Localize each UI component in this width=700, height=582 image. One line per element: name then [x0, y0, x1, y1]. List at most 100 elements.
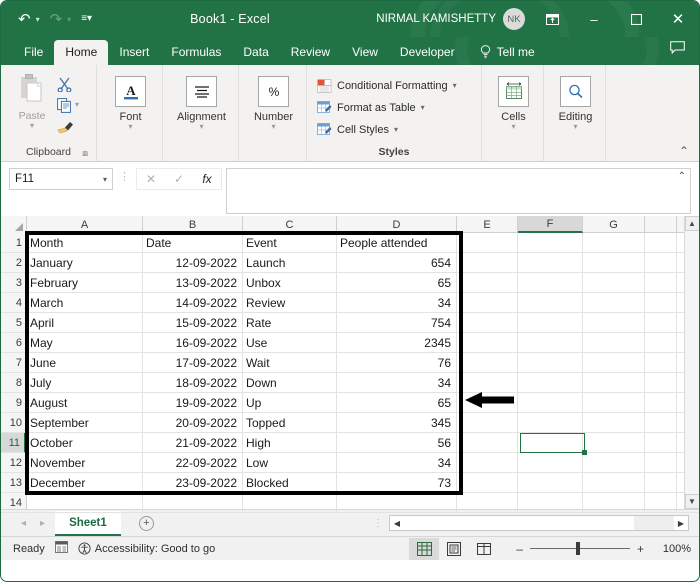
previous-sheet-button[interactable]: ◂: [21, 518, 26, 529]
zoom-in-button[interactable]: +: [630, 542, 651, 556]
column-header-partial[interactable]: [645, 216, 677, 233]
font-dropdown-icon[interactable]: ▾: [128, 123, 132, 131]
column-header-c[interactable]: C: [243, 216, 337, 233]
customize-quick-access-toolbar-icon[interactable]: ≡▾: [78, 12, 95, 26]
cells-dropdown-icon[interactable]: ▾: [511, 123, 515, 131]
cell-b7[interactable]: 17-09-2022: [143, 353, 243, 372]
cell-b4[interactable]: 14-09-2022: [143, 293, 243, 312]
page-break-preview-button[interactable]: [469, 538, 499, 560]
row-header-9[interactable]: 9: [1, 393, 26, 413]
cell-e3[interactable]: [457, 273, 518, 292]
cell-f12[interactable]: [518, 453, 583, 472]
cell-b12[interactable]: 22-09-2022: [143, 453, 243, 472]
tab-insert[interactable]: Insert: [108, 40, 160, 65]
close-button[interactable]: ✕: [657, 2, 699, 36]
format-painter-button[interactable]: [57, 117, 79, 135]
cell-a9[interactable]: August: [27, 393, 143, 412]
cell-c7[interactable]: Wait: [243, 353, 337, 372]
cell-a7[interactable]: June: [27, 353, 143, 372]
cell-c5[interactable]: Rate: [243, 313, 337, 332]
add-sheet-button[interactable]: +: [138, 515, 154, 531]
sheet-tab-sheet1[interactable]: Sheet1: [55, 510, 121, 536]
cell-a11[interactable]: October: [27, 433, 143, 452]
cell-e2[interactable]: [457, 253, 518, 272]
cell-h10[interactable]: [645, 413, 677, 432]
cell-b10[interactable]: 20-09-2022: [143, 413, 243, 432]
cell-c10[interactable]: Topped: [243, 413, 337, 432]
cell-h12[interactable]: [645, 453, 677, 472]
cell-c1[interactable]: Event: [243, 233, 337, 252]
scroll-up-button[interactable]: ▲: [684, 216, 699, 231]
paste-button[interactable]: Paste ▾: [9, 72, 55, 135]
cell-a3[interactable]: February: [27, 273, 143, 292]
cell-c8[interactable]: Down: [243, 373, 337, 392]
horizontal-scrollbar[interactable]: ◀ ▶: [389, 515, 689, 531]
cell-g9[interactable]: [583, 393, 645, 412]
name-box-dropdown-icon[interactable]: ▾: [103, 175, 107, 184]
maximize-button[interactable]: [615, 2, 657, 36]
cell-g11[interactable]: [583, 433, 645, 452]
column-header-d[interactable]: D: [337, 216, 457, 233]
cell-a13[interactable]: December: [27, 473, 143, 492]
row-header-14[interactable]: 14: [1, 493, 26, 513]
copy-button[interactable]: ▾: [57, 96, 79, 114]
zoom-out-button[interactable]: –: [509, 542, 530, 556]
cell-f3[interactable]: [518, 273, 583, 292]
select-all-corner[interactable]: [1, 216, 27, 233]
cell-b11[interactable]: 21-09-2022: [143, 433, 243, 452]
alignment-button[interactable]: Alignment ▾: [171, 72, 232, 131]
cell-c3[interactable]: Unbox: [243, 273, 337, 292]
cell-g5[interactable]: [583, 313, 645, 332]
cell-h7[interactable]: [645, 353, 677, 372]
row-header-4[interactable]: 4: [1, 293, 26, 313]
editing-button[interactable]: Editing ▾: [552, 72, 599, 131]
cell-e12[interactable]: [457, 453, 518, 472]
enter-formula-button[interactable]: ✓: [165, 172, 193, 186]
horizontal-scroll-thumb[interactable]: [404, 516, 634, 530]
column-header-a[interactable]: A: [27, 216, 143, 233]
next-sheet-button[interactable]: ▸: [40, 518, 45, 529]
cell-b14[interactable]: [143, 493, 243, 512]
font-button[interactable]: A Font ▾: [105, 72, 156, 131]
cell-e8[interactable]: [457, 373, 518, 392]
redo-dropdown-icon[interactable]: ▾: [67, 15, 71, 24]
cell-e4[interactable]: [457, 293, 518, 312]
cell-d8[interactable]: 34: [337, 373, 457, 392]
cell-d10[interactable]: 345: [337, 413, 457, 432]
conditional-formatting-button[interactable]: Conditional Formatting ▾: [317, 76, 457, 95]
column-header-e[interactable]: E: [457, 216, 518, 233]
number-button[interactable]: % Number ▾: [247, 72, 300, 131]
cell-h3[interactable]: [645, 273, 677, 292]
cell-d9[interactable]: 65: [337, 393, 457, 412]
cell-g12[interactable]: [583, 453, 645, 472]
cell-a8[interactable]: July: [27, 373, 143, 392]
scroll-down-button[interactable]: ▼: [684, 494, 699, 509]
cut-button[interactable]: [57, 75, 79, 93]
record-macro-icon[interactable]: [54, 541, 68, 556]
cell-f7[interactable]: [518, 353, 583, 372]
cell-styles-dropdown-icon[interactable]: ▾: [394, 125, 398, 134]
cell-g6[interactable]: [583, 333, 645, 352]
cell-f1[interactable]: [518, 233, 583, 252]
column-header-g[interactable]: G: [583, 216, 645, 233]
ribbon-display-options-icon[interactable]: [531, 2, 573, 36]
cell-h11[interactable]: [645, 433, 677, 452]
normal-view-button[interactable]: [409, 537, 440, 560]
cell-c14[interactable]: [243, 493, 337, 512]
paste-dropdown-icon[interactable]: ▾: [30, 122, 34, 130]
undo-dropdown-icon[interactable]: ▾: [36, 15, 40, 24]
row-header-7[interactable]: 7: [1, 353, 26, 373]
cell-g4[interactable]: [583, 293, 645, 312]
cell-e10[interactable]: [457, 413, 518, 432]
vertical-scroll-track[interactable]: [685, 231, 700, 494]
cell-g13[interactable]: [583, 473, 645, 492]
cell-e11[interactable]: [457, 433, 518, 452]
format-as-table-button[interactable]: Format as Table ▾: [317, 98, 457, 117]
cell-g7[interactable]: [583, 353, 645, 372]
copy-dropdown-icon[interactable]: ▾: [75, 101, 79, 109]
cell-h4[interactable]: [645, 293, 677, 312]
cells-button[interactable]: Cells ▾: [490, 72, 537, 131]
cell-d3[interactable]: 65: [337, 273, 457, 292]
conditional-formatting-dropdown-icon[interactable]: ▾: [453, 81, 457, 90]
cell-g1[interactable]: [583, 233, 645, 252]
